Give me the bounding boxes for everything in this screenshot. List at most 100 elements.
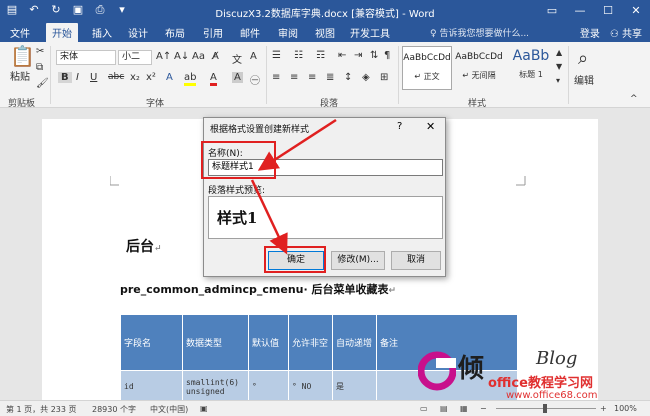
change-case-icon[interactable]: Aa xyxy=(192,51,205,62)
zoom-level[interactable]: 100% xyxy=(614,404,637,413)
name-field-highlight xyxy=(201,141,276,179)
table-header-cell: 字段名 xyxy=(120,314,183,371)
tab-review[interactable]: 审阅 xyxy=(278,25,298,40)
font-name-combo[interactable]: 宋体 xyxy=(56,50,116,65)
watermark: 倾 Blog office教程学习网 www.office68.com xyxy=(418,346,638,406)
word-count[interactable]: 28930 个字 xyxy=(92,404,136,415)
zoom-out-icon[interactable]: − xyxy=(480,404,487,413)
style-heading-1[interactable]: AaBb 标题 1 xyxy=(506,46,556,90)
language[interactable]: 中文(中国) xyxy=(150,404,188,415)
preview-label: 段落样式预览: xyxy=(208,186,266,196)
style-normal[interactable]: AaBbCcDd ↵ 正文 xyxy=(402,46,452,90)
tab-developer[interactable]: 开发工具 xyxy=(350,25,390,40)
align-left-icon[interactable]: ≡ xyxy=(272,72,280,83)
read-mode-icon[interactable]: ▭ xyxy=(420,404,428,413)
subscript-button[interactable]: x₂ xyxy=(130,72,140,83)
document-heading: 后台↵ xyxy=(126,239,162,255)
decrease-indent-icon[interactable]: ⇤ xyxy=(338,50,346,61)
share-button[interactable]: ⚇ 共享 xyxy=(610,25,642,40)
paste-button[interactable]: 粘贴 xyxy=(10,68,30,83)
print-layout-icon[interactable]: ▤ xyxy=(440,404,448,413)
maximize-icon[interactable]: ☐ xyxy=(594,0,622,22)
tab-home[interactable]: 开始 xyxy=(46,23,78,42)
bold-button[interactable]: B xyxy=(58,72,72,83)
close-icon[interactable]: ✕ xyxy=(622,0,650,22)
tab-insert[interactable]: 插入 xyxy=(92,25,112,40)
line-spacing-icon[interactable]: ↕ xyxy=(344,72,352,83)
page-count[interactable]: 第 1 页，共 233 页 xyxy=(6,404,77,415)
shrink-font-icon[interactable]: A↓ xyxy=(174,51,189,62)
find-icon[interactable]: ⌕ xyxy=(578,48,588,69)
styles-more-icon[interactable]: ▾ xyxy=(556,76,560,85)
char-border-icon[interactable]: A xyxy=(250,51,257,62)
sort-icon[interactable]: ⇅ xyxy=(370,50,378,61)
highlight-icon[interactable]: ab xyxy=(184,72,197,86)
table-cell: smallint(6) unsigned xyxy=(182,370,249,403)
modify-button[interactable]: 修改(M)... xyxy=(331,251,385,270)
tab-file[interactable]: 文件 xyxy=(10,25,30,40)
document-subheading: pre_common_admincp_cmenu· 后台菜单收藏表↵ xyxy=(120,283,397,296)
ok-button-highlight xyxy=(264,246,326,273)
paste-icon[interactable]: 📋 xyxy=(10,44,35,68)
ribbon-display-icon[interactable]: ▭ xyxy=(538,0,566,22)
tell-me-search[interactable]: ♀ 告诉我您想要做什么... xyxy=(430,26,529,39)
table-header-cell: 默认值 xyxy=(248,314,289,371)
watermark-site-name: office教程学习网 xyxy=(488,376,593,391)
tab-view[interactable]: 视图 xyxy=(315,25,335,40)
tab-references[interactable]: 引用 xyxy=(203,25,223,40)
bullets-icon[interactable]: ☰ xyxy=(272,50,281,61)
char-shading-icon[interactable]: A xyxy=(232,72,243,83)
underline-button[interactable]: U xyxy=(90,72,97,83)
table-cell: 是 xyxy=(332,370,377,403)
zoom-slider-thumb[interactable] xyxy=(543,404,547,413)
web-layout-icon[interactable]: ▦ xyxy=(460,404,468,413)
cancel-button[interactable]: 取消 xyxy=(391,251,441,270)
tab-design[interactable]: 设计 xyxy=(128,25,148,40)
margin-corner-tl xyxy=(110,176,119,186)
justify-icon[interactable]: ≣ xyxy=(326,72,334,83)
tab-mailings[interactable]: 邮件 xyxy=(240,25,260,40)
help-icon[interactable]: ? xyxy=(397,121,402,132)
table-cell: id xyxy=(120,370,183,403)
table-header-cell: 允许非空 xyxy=(288,314,333,371)
ribbon-tabs: 文件 开始 插入 设计 布局 引用 邮件 审阅 视图 开发工具 ♀ 告诉我您想要… xyxy=(0,22,650,42)
font-size-combo[interactable]: 小二 xyxy=(118,50,152,65)
superscript-button[interactable]: x² xyxy=(146,72,156,83)
minimize-icon[interactable]: — xyxy=(566,0,594,22)
format-painter-icon[interactable]: 🖌 xyxy=(36,78,49,89)
tab-layout[interactable]: 布局 xyxy=(165,25,185,40)
enclosed-char-icon[interactable]: ㊀ xyxy=(250,72,260,87)
show-marks-icon[interactable]: ¶ xyxy=(384,50,390,61)
cut-icon[interactable]: ✂ xyxy=(36,46,44,57)
table-cell: ° NO xyxy=(288,370,333,403)
watermark-blog: Blog xyxy=(536,348,578,369)
font-color-icon[interactable]: A xyxy=(210,72,217,86)
multilevel-list-icon[interactable]: ☶ xyxy=(316,50,325,61)
style-no-spacing[interactable]: AaBbCcDd ↵ 无间隔 xyxy=(454,46,504,90)
styles-scroll-up-icon[interactable]: ▲ xyxy=(556,48,562,57)
copy-icon[interactable]: ⧉ xyxy=(36,62,43,73)
borders-icon[interactable]: ⊞ xyxy=(380,72,388,83)
clear-format-icon[interactable]: A̸ xyxy=(212,51,219,62)
phonetic-icon[interactable]: 文 xyxy=(232,51,242,66)
collapse-ribbon-icon[interactable]: ^ xyxy=(630,94,638,104)
styles-scroll-down-icon[interactable]: ▼ xyxy=(556,62,562,71)
italic-button[interactable]: I xyxy=(76,72,79,83)
editing-button[interactable]: 编辑 xyxy=(574,72,594,87)
zoom-in-icon[interactable]: + xyxy=(600,404,607,413)
preview-text: 样式1 xyxy=(217,209,258,227)
text-effects-icon[interactable]: A xyxy=(166,72,173,83)
login-link[interactable]: 登录 xyxy=(580,25,600,40)
macro-icon[interactable]: ▣ xyxy=(200,404,208,413)
status-bar: 第 1 页，共 233 页 28930 个字 中文(中国) ▣ ▭ ▤ ▦ − … xyxy=(0,400,650,416)
align-right-icon[interactable]: ≡ xyxy=(308,72,316,83)
align-center-icon[interactable]: ≡ xyxy=(290,72,298,83)
close-icon[interactable]: ✕ xyxy=(426,120,435,133)
shading-icon[interactable]: ◈ xyxy=(362,72,370,83)
increase-indent-icon[interactable]: ⇥ xyxy=(354,50,362,61)
strikethrough-button[interactable]: abc xyxy=(108,72,124,82)
person-icon: ⚇ xyxy=(609,29,622,40)
grow-font-icon[interactable]: A↑ xyxy=(156,51,171,62)
numbering-icon[interactable]: ☷ xyxy=(294,50,303,61)
title-bar: ▤ ↶ ↻ ▣ ⎙ ▾ DiscuzX3.2数据库字典.docx [兼容模式] … xyxy=(0,0,650,22)
